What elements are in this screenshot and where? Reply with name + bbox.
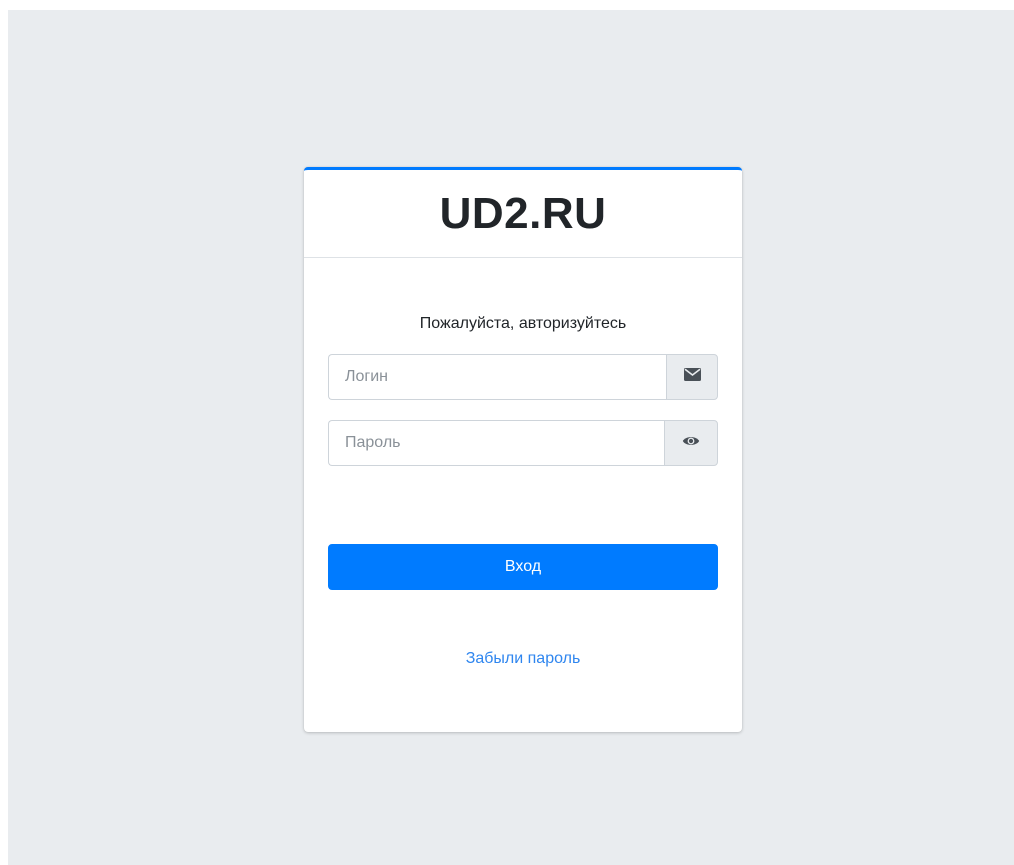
password-input-group: [328, 420, 718, 466]
login-card-body: Пожалуйста, авторизуйтесь Логин Вход Заб…: [304, 312, 742, 668]
login-input[interactable]: [328, 354, 666, 400]
password-input[interactable]: [328, 420, 664, 466]
password-toggle-button[interactable]: [664, 420, 718, 466]
page-background: UD2.RU Пожалуйста, авторизуйтесь Логин В…: [8, 10, 1014, 865]
login-addon: [666, 354, 718, 400]
login-submit-button[interactable]: Вход: [328, 544, 718, 590]
login-input-group: [328, 354, 718, 400]
envelope-icon: [683, 368, 701, 386]
login-message: Пожалуйста, авторизуйтесь: [419, 315, 627, 332]
login-card: UD2.RU Пожалуйста, авторизуйтесь Логин В…: [304, 167, 742, 732]
forgot-password-link[interactable]: Забыли пароль: [328, 650, 718, 668]
eye-icon: [682, 434, 700, 452]
brand-logo[interactable]: UD2.RU: [440, 189, 607, 239]
login-card-header: UD2.RU: [304, 170, 742, 258]
